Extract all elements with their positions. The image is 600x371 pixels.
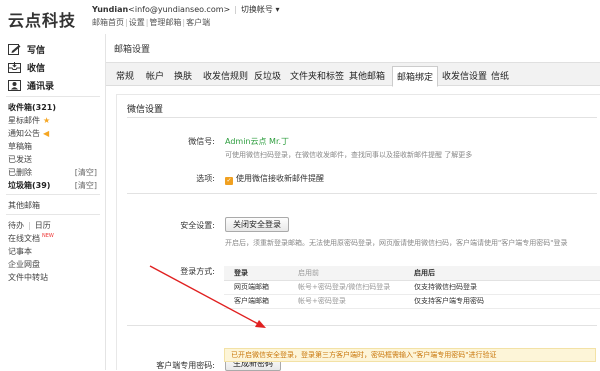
page-title: 邮箱设置 [114, 45, 151, 55]
folder-inbox[interactable]: 收件箱(321) [8, 102, 56, 113]
contacts-button[interactable]: 通讯录 [8, 79, 54, 92]
login-methods-label: 登录方式: [180, 267, 215, 276]
todo-link[interactable]: 待办 [8, 221, 24, 230]
new-badge: NEW [42, 233, 54, 240]
folder-announcements[interactable]: 通知公告 ◀ [8, 128, 49, 139]
settings-tabs: 常规 帐户 换肤 收发信规则 反垃圾 文件夹和标签 其他邮箱 邮箱绑定 收发信设… [106, 62, 600, 87]
security-label: 安全设置: [180, 221, 215, 230]
compose-icon [8, 44, 21, 55]
col-before: 启用前 [288, 266, 404, 281]
folder-sent[interactable]: 已发送 [8, 154, 32, 165]
client-link[interactable]: 客户端 [186, 18, 210, 27]
sidebar: 写信 收信 通讯录 收件箱(321) 星标邮件 ★ 通知公告 ◀ 草稿箱 已发送 已… [0, 34, 106, 370]
switch-account-link[interactable]: 切换帐号 ▾ [241, 5, 280, 14]
client-password-notice: 已开启微信安全登录，登录第三方客户端时，密码框需输入"客户端专用密码"进行验证 [224, 348, 596, 362]
client-password-label: 客户端专用密码: [156, 361, 215, 370]
user-line: Yundian<info@yundianseo.com> | 切换帐号 ▾ [92, 5, 280, 14]
contacts-icon [8, 80, 21, 91]
netdisk-link[interactable]: 企业网盘 [8, 259, 40, 270]
user-name: Yundian [92, 5, 129, 14]
folder-starred[interactable]: 星标邮件 ★ [8, 115, 50, 126]
wechat-label: 微信号: [188, 137, 215, 146]
mailbox-home-link[interactable]: 邮箱首页 [92, 18, 124, 27]
top-links: 邮箱首页|设置|管理邮箱|客户端 [92, 18, 211, 27]
folder-deleted[interactable]: 已删除 [8, 167, 32, 178]
close-secure-login-button[interactable]: 关闭安全登录 [225, 217, 289, 232]
tab-send-receive[interactable]: 收发信设置 [442, 69, 487, 82]
wechat-id: Admin云点 Mr.丁 [225, 137, 290, 146]
compose-button[interactable]: 写信 [8, 43, 45, 56]
login-methods-table: 登录 启用前 启用后 网页端邮箱 帐号+密码登录/微信扫码登录 仅支持微信扫码登… [224, 266, 600, 309]
user-email: <info@yundianseo.com> [128, 5, 231, 14]
tab-skin[interactable]: 换肤 [174, 69, 192, 82]
inbox-button[interactable]: 收信 [8, 61, 45, 74]
options-label: 选项: [196, 174, 215, 183]
file-transfer-link[interactable]: 文件中转站 [8, 272, 48, 283]
tab-other-mailbox[interactable]: 其他邮箱 [349, 69, 385, 82]
table-row: 网页端邮箱 帐号+密码登录/微信扫码登录 仅支持微信扫码登录 [224, 280, 600, 295]
settings-content: 微信设置 微信号: Admin云点 Mr.丁 可使用微信扫码登录，在微信收发邮件… [116, 94, 600, 371]
tab-anti-spam[interactable]: 反垃圾 [254, 69, 281, 82]
table-row: 客户端邮箱 帐号+密码登录 仅支持客户端专用密码 [224, 294, 600, 309]
clear-spam-link[interactable]: [清空] [75, 180, 97, 191]
tab-general[interactable]: 常规 [116, 69, 134, 82]
other-mailbox-link[interactable]: 其他邮箱 [8, 200, 40, 211]
star-icon: ★ [43, 116, 51, 125]
tab-mailbox-binding[interactable]: 邮箱绑定 [392, 66, 439, 87]
wechat-notify-option[interactable]: ✓ 使用微信接收新邮件提醒 [225, 173, 324, 185]
wechat-notify-checkbox[interactable]: ✓ [225, 177, 233, 185]
inbox-icon [8, 62, 21, 73]
col-after: 启用后 [404, 266, 600, 281]
wechat-hint: 可使用微信扫码登录，在微信收发邮件，查找同事以及接收新邮件提醒 了解更多 [225, 151, 473, 159]
megaphone-icon: ◀ [43, 129, 50, 138]
folder-spam[interactable]: 垃圾箱(39) [8, 180, 50, 191]
tab-stationery[interactable]: 信纸 [491, 69, 509, 82]
logo: 云点科技 [8, 11, 77, 30]
settings-link[interactable]: 设置 [129, 18, 145, 27]
calendar-link[interactable]: 日历 [35, 221, 51, 230]
clear-deleted-link[interactable]: [清空] [75, 167, 97, 178]
main-panel: 邮箱设置 常规 帐户 换肤 收发信规则 反垃圾 文件夹和标签 其他邮箱 邮箱绑定… [106, 34, 600, 371]
tab-account[interactable]: 帐户 [146, 69, 164, 82]
section-title: 微信设置 [127, 105, 164, 115]
top-bar: 云点科技 Yundian<info@yundianseo.com> | 切换帐号 ▾… [0, 0, 600, 34]
tab-folders-labels[interactable]: 文件夹和标签 [290, 69, 344, 82]
notes-link[interactable]: 记事本 [8, 246, 32, 257]
security-hint: 开启后，须重新登录邮箱。无法使用原密码登录，网页版请使用微信扫码，客户端请使用"… [225, 239, 568, 247]
col-login: 登录 [224, 266, 288, 281]
online-docs-link[interactable]: 在线文档 NEW [8, 233, 54, 244]
manage-mailbox-link[interactable]: 管理邮箱 [149, 18, 181, 27]
folder-drafts[interactable]: 草稿箱 [8, 141, 32, 152]
todo-calendar-row: 待办 | 日历 [8, 221, 51, 230]
tab-mail-rules[interactable]: 收发信规则 [203, 69, 248, 82]
caret-down-icon: ▾ [275, 5, 280, 14]
